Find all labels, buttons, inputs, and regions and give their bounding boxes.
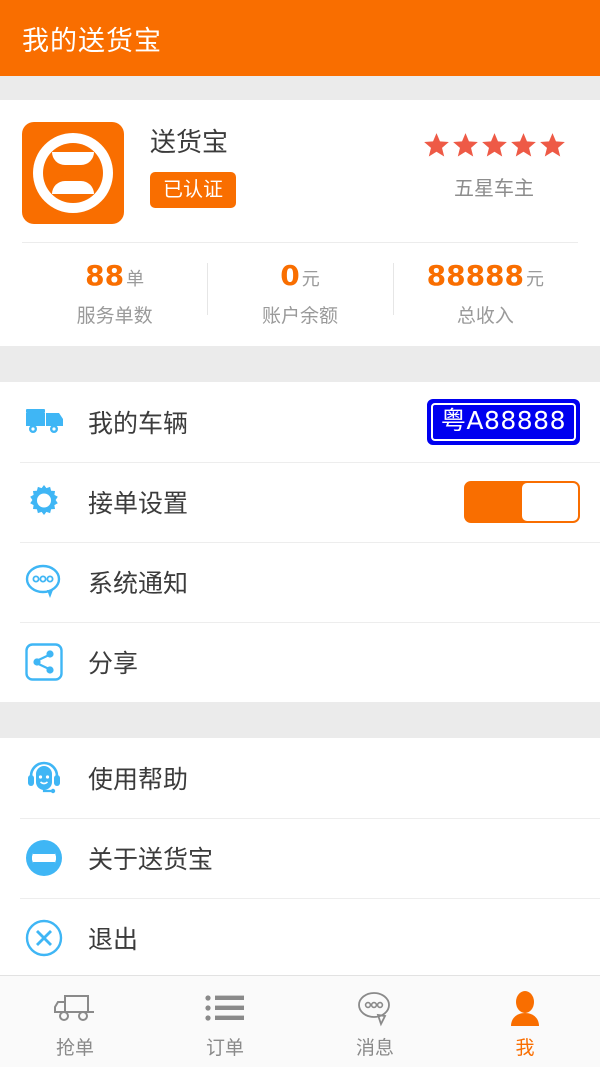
star-icon: [510, 132, 537, 158]
tab-label: 消息: [355, 1037, 394, 1059]
profile-card[interactable]: 送货宝 送货宝 已认证 五星车主 88 单 服务单数 0 元 账户余额 8888…: [0, 100, 600, 346]
menu-item-label: 我的车辆: [88, 409, 189, 438]
menu-group-secondary: 使用帮助 关于送货宝 退出: [0, 738, 600, 975]
stat-balance[interactable]: 0元 账户余额: [207, 257, 392, 328]
tab-messages[interactable]: 消息: [300, 976, 450, 1067]
menu-item-system-notifications[interactable]: 系统通知: [0, 542, 600, 622]
stat-number: 88: [85, 259, 125, 292]
tab-profile[interactable]: 我: [450, 976, 600, 1067]
menu-item-share[interactable]: 分享: [0, 622, 600, 702]
scroll-body: 送货宝 送货宝 已认证 五星车主 88 单 服务单数 0 元 账户余额 8888…: [0, 76, 600, 975]
avatar-arc-bottom: [52, 181, 94, 194]
menu-item-label: 关于送货宝: [88, 845, 214, 874]
avatar-logo-text: 送货宝: [57, 166, 89, 179]
tab-grab-orders[interactable]: 抢单: [0, 976, 150, 1067]
profile-header: 送货宝 送货宝 已认证 五星车主: [22, 122, 578, 242]
share-icon: [20, 638, 68, 686]
menu-item-value: [464, 481, 580, 523]
list-icon: [204, 987, 246, 1031]
menu-item-my-vehicle[interactable]: 我的车辆 粤A88888: [0, 382, 600, 462]
license-plate-text: 粤A88888: [430, 403, 576, 441]
menu-item-value: 粤A88888: [426, 399, 580, 445]
spacer-top: [0, 76, 600, 100]
stat-label: 账户余额: [261, 305, 338, 327]
page-title: 我的送货宝: [22, 25, 162, 57]
avatar-arc-top: [52, 152, 94, 165]
license-plate[interactable]: 粤A88888: [426, 399, 580, 445]
headset-support-icon: [20, 754, 68, 802]
star-icon: [452, 132, 479, 158]
profile-rating: 五星车主: [410, 122, 578, 201]
truck-outline-icon: [52, 987, 98, 1031]
stat-number: 0: [280, 259, 300, 292]
stat-label: 服务单数: [76, 305, 153, 327]
stat-orders[interactable]: 88 单 服务单数: [22, 257, 207, 328]
person-icon: [506, 987, 544, 1031]
tab-label: 我: [515, 1037, 535, 1059]
stats-row: 88 单 服务单数 0元 账户余额 88888 元 总收入: [22, 242, 578, 346]
stat-unit: 元: [526, 269, 545, 290]
menu-group-primary: 我的车辆 粤A88888 接单设置 系统通知 分享: [0, 382, 600, 702]
menu-item-label: 使用帮助: [88, 765, 189, 794]
chat-bubble-icon: [20, 558, 68, 606]
star-icon: [423, 132, 450, 158]
app-header: 我的送货宝: [0, 0, 600, 76]
menu-item-label: 系统通知: [88, 569, 189, 598]
tab-label: 订单: [205, 1037, 244, 1059]
star-icon: [539, 132, 566, 158]
spacer-after-profile: [0, 346, 600, 382]
star-icon: [481, 132, 508, 158]
app-root: 我的送货宝 送货宝 送货宝 已认证 五星车主 88 单 服务单数 0 元 账户余…: [0, 0, 600, 1067]
bottom-tab-bar: 抢单 订单 消息 我: [0, 975, 600, 1067]
tab-label: 抢单: [55, 1037, 94, 1059]
profile-identity: 送货宝 已认证: [124, 122, 410, 208]
menu-item-order-settings[interactable]: 接单设置: [0, 462, 600, 542]
rating-label: 五星车主: [454, 176, 534, 200]
menu-item-label: 接单设置: [88, 489, 189, 518]
gear-icon: [20, 478, 68, 526]
stat-value: 88 单: [22, 257, 207, 299]
truck-icon: [20, 398, 68, 446]
stat-value: 0元: [207, 257, 392, 299]
message-bubble-icon: [354, 987, 396, 1031]
menu-item-logout[interactable]: 退出: [0, 898, 600, 975]
accept-orders-toggle[interactable]: [464, 481, 580, 523]
avatar[interactable]: 送货宝: [22, 122, 124, 224]
menu-item-label: 退出: [88, 925, 139, 954]
stat-unit: 单: [126, 269, 145, 290]
stat-unit: 元: [301, 269, 320, 290]
stat-number: 88888: [426, 259, 525, 292]
menu-item-about[interactable]: 关于送货宝: [0, 818, 600, 898]
stat-value: 88888 元: [393, 257, 578, 299]
status-badge: 已认证: [150, 172, 236, 208]
profile-name: 送货宝: [150, 128, 229, 158]
stat-label: 总收入: [456, 305, 514, 327]
spacer-between-groups: [0, 702, 600, 738]
stat-income[interactable]: 88888 元 总收入: [392, 257, 578, 328]
close-circle-icon: [20, 914, 68, 962]
menu-item-label: 分享: [88, 649, 139, 678]
menu-item-help[interactable]: 使用帮助: [0, 738, 600, 818]
rating-stars: [410, 132, 578, 158]
app-logo-icon: [20, 834, 68, 882]
tab-orders[interactable]: 订单: [150, 976, 300, 1067]
toggle-knob: [521, 482, 579, 522]
